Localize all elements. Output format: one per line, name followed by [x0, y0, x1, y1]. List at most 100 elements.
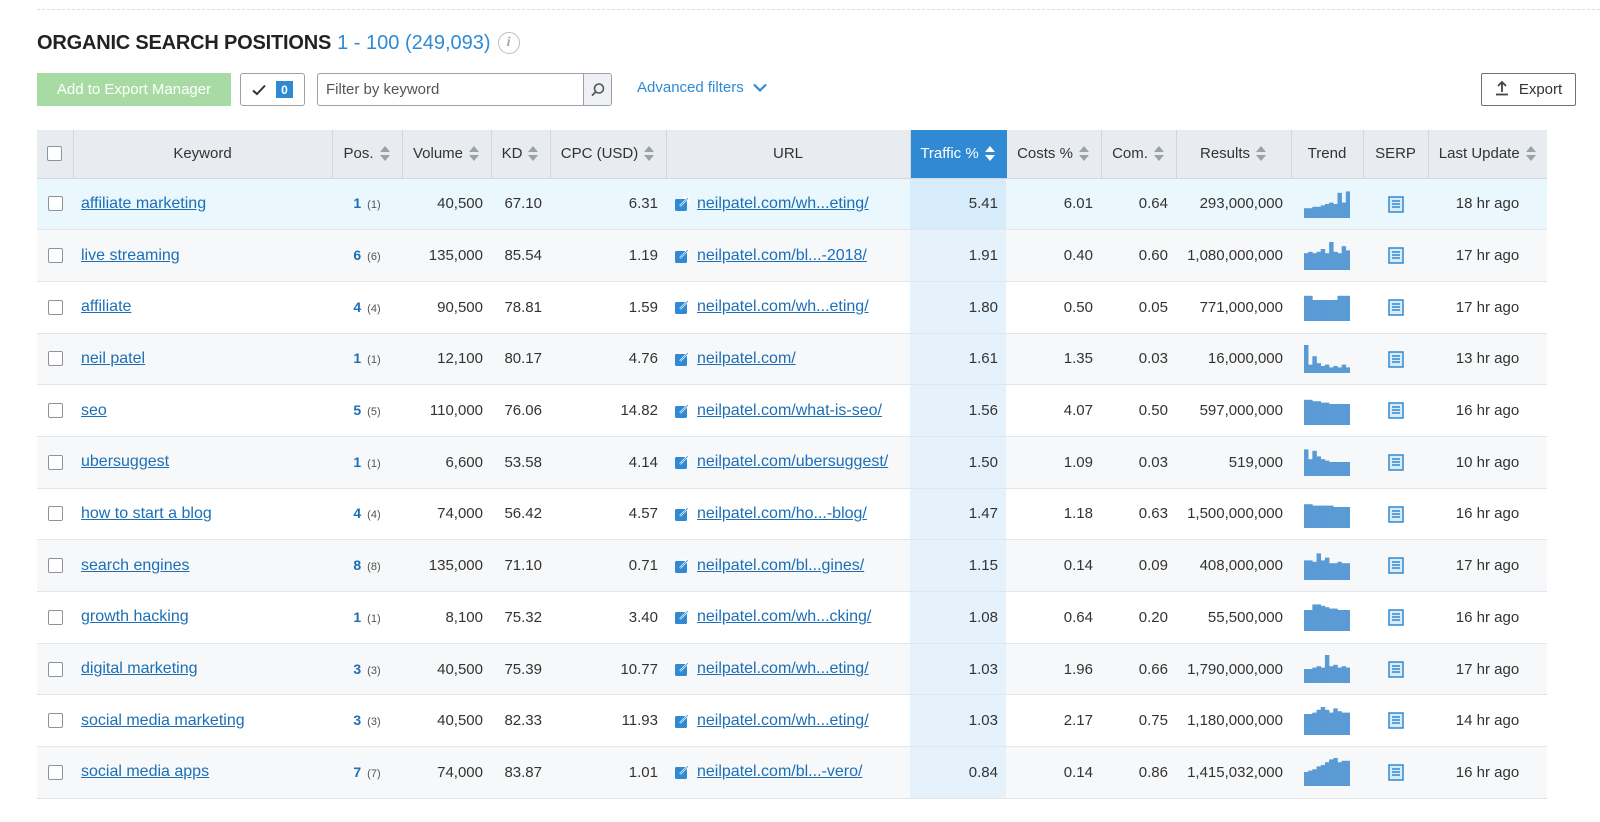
search-icon[interactable] — [583, 74, 611, 105]
serp-icon[interactable] — [1387, 609, 1404, 626]
keyword-link[interactable]: neil patel — [81, 350, 145, 367]
url-link[interactable]: neilpatel.com/wh...eting/ — [697, 712, 869, 730]
position-value[interactable]: 4 — [353, 505, 361, 521]
url-link[interactable]: neilpatel.com/bl...-vero/ — [697, 763, 862, 781]
keyword-link[interactable]: social media marketing — [81, 712, 245, 729]
external-link-icon[interactable] — [674, 403, 690, 419]
external-link-icon[interactable] — [674, 558, 690, 574]
url-link[interactable]: neilpatel.com/wh...eting/ — [697, 298, 869, 316]
url-link[interactable]: neilpatel.com/wh...eting/ — [697, 195, 869, 213]
trend-sparkline[interactable] — [1304, 190, 1350, 218]
serp-icon[interactable] — [1387, 454, 1404, 471]
position-value[interactable]: 8 — [353, 557, 361, 573]
trend-sparkline[interactable] — [1304, 448, 1350, 477]
column-header-kd[interactable]: KD — [491, 130, 551, 179]
url-link[interactable]: neilpatel.com/bl...gines/ — [697, 557, 864, 575]
row-checkbox[interactable] — [47, 248, 63, 264]
external-link-icon[interactable] — [674, 196, 690, 212]
keyword-link[interactable]: affiliate marketing — [81, 195, 206, 212]
trend-sparkline[interactable] — [1304, 706, 1350, 735]
url-link[interactable]: neilpatel.com/what-is-seo/ — [697, 402, 882, 420]
serp-icon[interactable] — [1387, 712, 1404, 730]
row-checkbox[interactable] — [47, 403, 63, 419]
url-link[interactable]: neilpatel.com/ — [697, 350, 796, 368]
column-header-traffic[interactable]: Traffic % — [910, 130, 1007, 179]
column-header-pos[interactable]: Pos. — [332, 130, 403, 179]
trend-sparkline[interactable] — [1304, 603, 1350, 632]
url-link[interactable]: neilpatel.com/wh...cking/ — [697, 608, 871, 626]
position-value[interactable]: 1 — [353, 195, 361, 211]
external-link-icon[interactable] — [674, 713, 690, 729]
external-link-icon[interactable] — [674, 454, 690, 470]
row-checkbox[interactable] — [47, 661, 63, 677]
advanced-filters-toggle[interactable]: Advanced filters — [637, 73, 767, 101]
keyword-link[interactable]: social media apps — [81, 763, 209, 780]
external-link-icon[interactable] — [674, 506, 690, 522]
position-value[interactable]: 5 — [353, 402, 361, 418]
trend-sparkline[interactable] — [1304, 293, 1350, 322]
position-value[interactable]: 1 — [353, 454, 361, 470]
external-link-icon[interactable] — [674, 351, 690, 367]
keyword-link[interactable]: how to start a blog — [81, 505, 212, 522]
position-value[interactable]: 1 — [353, 350, 361, 366]
row-checkbox[interactable] — [47, 454, 63, 470]
trend-sparkline[interactable] — [1304, 344, 1350, 373]
keyword-link[interactable]: digital marketing — [81, 660, 198, 677]
row-checkbox[interactable] — [47, 351, 63, 367]
serp-icon[interactable] — [1387, 195, 1404, 213]
position-value[interactable]: 7 — [353, 764, 361, 780]
filter-by-keyword-input[interactable] — [318, 74, 583, 105]
column-header-volume[interactable]: Volume — [402, 130, 492, 179]
add-to-export-manager-button[interactable]: Add to Export Manager — [37, 73, 231, 106]
info-icon[interactable]: i — [497, 32, 520, 54]
row-checkbox[interactable] — [47, 506, 63, 522]
row-checkbox[interactable] — [47, 558, 63, 574]
external-link-icon[interactable] — [674, 248, 690, 264]
column-header-costs[interactable]: Costs % — [1006, 130, 1102, 179]
keyword-link[interactable]: affiliate — [81, 298, 131, 315]
row-checkbox[interactable] — [47, 713, 63, 729]
column-header-keyword[interactable]: Keyword — [73, 130, 333, 179]
position-value[interactable]: 3 — [353, 712, 361, 728]
keyword-link[interactable]: live streaming — [81, 247, 180, 264]
serp-icon[interactable] — [1387, 557, 1404, 575]
export-button[interactable]: Export — [1481, 73, 1576, 106]
column-header-cpc[interactable]: CPC (USD) — [550, 130, 667, 179]
url-link[interactable]: neilpatel.com/bl...-2018/ — [697, 247, 867, 265]
column-header-last-update[interactable]: Last Update — [1428, 130, 1547, 179]
position-value[interactable]: 4 — [353, 299, 361, 315]
external-link-icon[interactable] — [674, 764, 690, 780]
position-value[interactable]: 6 — [353, 247, 361, 263]
column-header-com[interactable]: Com. — [1101, 130, 1177, 179]
position-value[interactable]: 1 — [353, 609, 361, 625]
serp-icon[interactable] — [1387, 299, 1404, 316]
select-all-checkbox[interactable] — [47, 146, 63, 162]
keyword-link[interactable]: seo — [81, 402, 107, 419]
row-checkbox[interactable] — [47, 764, 63, 780]
serp-icon[interactable] — [1387, 247, 1404, 265]
trend-sparkline[interactable] — [1304, 552, 1350, 580]
row-checkbox[interactable] — [47, 609, 63, 625]
url-link[interactable]: neilpatel.com/ubersuggest/ — [697, 453, 888, 471]
serp-icon[interactable] — [1387, 661, 1404, 678]
trend-sparkline[interactable] — [1304, 500, 1350, 528]
trend-sparkline[interactable] — [1304, 397, 1350, 425]
url-link[interactable]: neilpatel.com/wh...eting/ — [697, 660, 869, 678]
url-link[interactable]: neilpatel.com/ho...-blog/ — [697, 505, 867, 523]
trend-sparkline[interactable] — [1304, 241, 1350, 270]
serp-icon[interactable] — [1387, 505, 1404, 523]
keyword-link[interactable]: search engines — [81, 557, 190, 574]
position-value[interactable]: 3 — [353, 661, 361, 677]
trend-sparkline[interactable] — [1304, 758, 1350, 787]
serp-icon[interactable] — [1387, 764, 1404, 781]
external-link-icon[interactable] — [674, 609, 690, 625]
keyword-link[interactable]: ubersuggest — [81, 453, 169, 470]
row-checkbox[interactable] — [47, 299, 63, 315]
row-checkbox[interactable] — [47, 196, 63, 212]
trend-sparkline[interactable] — [1304, 655, 1350, 684]
selected-rows-toggle[interactable]: 0 — [240, 73, 305, 106]
column-header-results[interactable]: Results — [1176, 130, 1292, 179]
external-link-icon[interactable] — [674, 299, 690, 315]
serp-icon[interactable] — [1387, 350, 1404, 368]
external-link-icon[interactable] — [674, 661, 690, 677]
